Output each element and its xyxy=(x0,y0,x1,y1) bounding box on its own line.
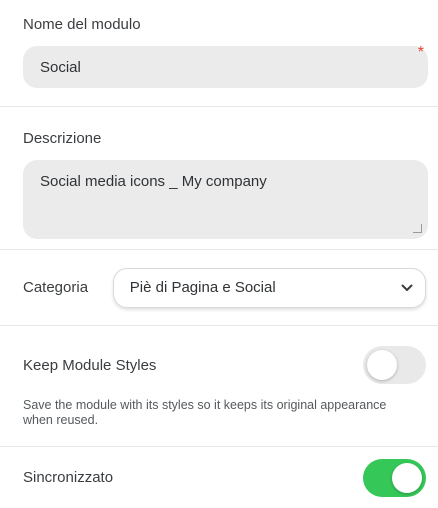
keep-styles-label: Keep Module Styles xyxy=(23,356,157,374)
category-section: Categoria Piè di Pagina e Social xyxy=(0,250,438,326)
description-value: Social media icons _ My company xyxy=(40,173,267,190)
description-textarea[interactable]: Social media icons _ My company xyxy=(23,160,428,239)
synchronized-label: Sincronizzato xyxy=(23,469,114,486)
module-name-input[interactable]: Social * xyxy=(23,44,428,88)
resize-handle-icon[interactable] xyxy=(413,224,422,233)
chevron-down-icon xyxy=(401,284,413,291)
toggle-knob xyxy=(367,350,397,380)
toggle-knob xyxy=(392,462,422,493)
description-label: Descrizione xyxy=(23,130,102,147)
description-section: Descrizione Social media icons _ My comp… xyxy=(0,107,438,250)
required-asterisk-icon: * xyxy=(417,44,424,61)
keep-styles-help-text: Save the module with its styles so it ke… xyxy=(23,398,387,427)
keep-styles-section: Keep Module Styles Save the module with … xyxy=(0,326,438,447)
keep-styles-toggle[interactable] xyxy=(363,346,426,384)
category-label: Categoria xyxy=(23,279,89,296)
synchronized-toggle[interactable] xyxy=(363,458,426,497)
category-select[interactable]: Piè di Pagina e Social xyxy=(112,267,426,308)
module-name-value: Social xyxy=(40,58,81,76)
module-name-label: Nome del modulo xyxy=(23,16,141,33)
category-selected-value: Piè di Pagina e Social xyxy=(129,279,276,296)
synchronized-section: Sincronizzato xyxy=(0,447,438,508)
module-name-section: Nome del modulo Social * xyxy=(0,0,438,107)
